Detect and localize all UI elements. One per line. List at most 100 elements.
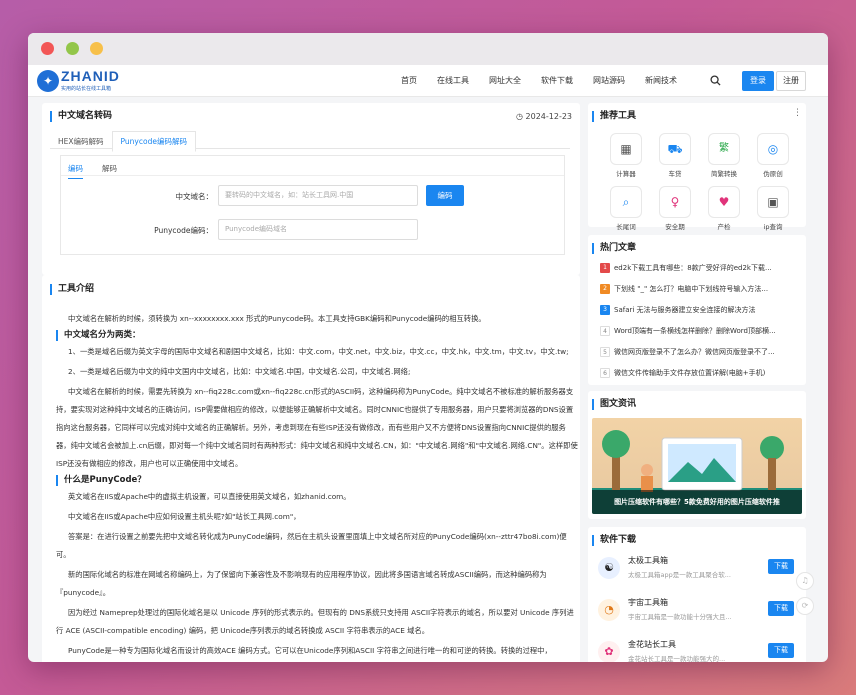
- list-item[interactable]: 5 微信网页版登录不了怎么办？微信网页版登录不了...: [600, 346, 800, 366]
- tool-safe-period[interactable]: ♀ 安全期: [657, 186, 693, 231]
- register-button[interactable]: 注册: [776, 71, 806, 91]
- software-desc: 太极工具箱app是一款工具聚合软...: [628, 571, 731, 579]
- checkup-icon: ♥: [708, 186, 740, 218]
- download-button[interactable]: 下载: [768, 643, 794, 658]
- news-image[interactable]: 图片压缩软件有哪些？5款免费好用的图片压缩软件推: [592, 418, 802, 514]
- bell-icon[interactable]: ♫: [796, 572, 814, 590]
- list-item[interactable]: ◔ 宇宙工具箱 宇宙工具箱是一款功能十分强大且... 下载: [598, 593, 796, 629]
- download-button[interactable]: 下载: [768, 559, 794, 574]
- tool-checkup[interactable]: ♥ 产检: [706, 186, 742, 231]
- title-bar: [28, 33, 828, 65]
- browser-window: ✦ ZHANID 实用的站长在线工具箱 首页 在线工具 网址大全 软件下载 网站…: [28, 33, 828, 662]
- keyword-icon: ⌕: [610, 186, 642, 218]
- top-nav: ✦ ZHANID 实用的站长在线工具箱 首页 在线工具 网址大全 软件下载 网站…: [28, 65, 828, 97]
- login-button[interactable]: 登录: [742, 71, 774, 91]
- tool-name: ip查询: [763, 223, 783, 231]
- taiji-icon: ☯: [598, 557, 620, 579]
- tool-ip-lookup[interactable]: ▣ ip查询: [755, 186, 791, 231]
- hot-articles-card: 热门文章 1 ed2k下载工具有哪些：8款广受好评的ed2k下载... 2 下划线 …: [588, 235, 806, 385]
- news-caption[interactable]: 图片压缩软件有哪些？5款免费好用的图片压缩软件推: [592, 490, 802, 514]
- punycode-output-input[interactable]: Punycode编码域名: [218, 219, 418, 240]
- tool-translate[interactable]: 繁简繁转换: [706, 133, 742, 178]
- menu-item-source[interactable]: 网站源码: [593, 65, 625, 97]
- list-item[interactable]: 2 下划线 "_" 怎么打？电脑中下划线符号输入方法...: [600, 283, 800, 303]
- download-button[interactable]: 下载: [768, 601, 794, 616]
- tool-rewrite[interactable]: ◎ 伪原创: [755, 133, 791, 178]
- article-link[interactable]: 下划线 "_" 怎么打？电脑中下划线符号输入方法...: [614, 285, 768, 293]
- article-link[interactable]: ed2k下载工具有哪些：8款广受好评的ed2k下载...: [614, 264, 772, 272]
- news-card: 图文资讯 图片压缩软件有哪些？5款免费好用的图片压缩软件推: [588, 391, 806, 519]
- mode-tabs: 编码 解码: [61, 156, 564, 179]
- software-name[interactable]: 宇宙工具箱: [628, 597, 668, 608]
- share-icon[interactable]: ⟳: [796, 597, 814, 615]
- rank-badge: 1: [600, 263, 610, 273]
- software-desc: 金花站长工具是一款功能强大的...: [628, 655, 726, 662]
- logo-icon: ✦: [37, 70, 59, 92]
- ip-icon: ▣: [757, 186, 789, 218]
- minimize-window-button[interactable]: [66, 42, 79, 55]
- rank-badge: 6: [600, 368, 610, 378]
- rank-badge: 5: [600, 347, 610, 357]
- tab-decode[interactable]: 解码: [102, 160, 117, 178]
- logo-text: ZHANID: [61, 68, 120, 84]
- tool-name: 产检: [717, 223, 731, 231]
- close-window-button[interactable]: [41, 42, 54, 55]
- list-item[interactable]: 4 Word顶端有一条横线怎样删除？删除Word顶部横...: [600, 325, 800, 345]
- tab-hex[interactable]: HEX编码解码: [50, 132, 112, 152]
- rank-badge: 4: [600, 326, 610, 336]
- tool-name: 车贷: [668, 170, 682, 178]
- translate-icon: 繁: [708, 133, 740, 165]
- recommend-card: 推荐工具 ⋮ ▦ 计算器 ⛟ 车贷 繁简繁转换 ◎ 伪原创 ⌕ 长尾词 ♀ 安全期 ♥ 产检…: [588, 103, 806, 231]
- article-link[interactable]: 微信网页版登录不了怎么办？微信网页版登录不了...: [614, 348, 775, 356]
- calculator-icon: ▦: [610, 133, 642, 165]
- list-item[interactable]: ☯ 太极工具箱 太极工具箱app是一款工具聚合软... 下载: [598, 551, 796, 587]
- tool-name: 安全期: [665, 223, 685, 231]
- tool-name: 长尾词: [616, 223, 636, 231]
- software-card: 软件下载 ☯ 太极工具箱 太极工具箱app是一款工具聚合软... 下载 ◔ 宇宙…: [588, 527, 806, 662]
- tool-name: 简繁转换: [711, 170, 737, 178]
- list-item[interactable]: 3 Safari 无法与服务器建立安全连接的解决方法: [600, 304, 800, 324]
- chinese-domain-input[interactable]: 要转码的中文域名，如：站长工具网.中国: [218, 185, 418, 206]
- universe-icon: ◔: [598, 599, 620, 621]
- more-options-icon[interactable]: ⋮: [793, 108, 802, 118]
- tool-calculator[interactable]: ▦ 计算器: [608, 133, 644, 178]
- software-name[interactable]: 金花站长工具: [628, 639, 676, 650]
- rewrite-icon: ◎: [757, 133, 789, 165]
- paragraph: PunyCode是一种专为国际化域名而设计的高效ACE 编码方式。它可以在Uni…: [68, 646, 552, 655]
- list-item[interactable]: 1 ed2k下载工具有哪些：8款广受好评的ed2k下载...: [600, 262, 800, 282]
- article-link[interactable]: 微信文件传输助手文件存放位置详解(电脑+手机): [614, 369, 765, 377]
- hot-title: 热门文章: [592, 243, 636, 254]
- menu-item-software[interactable]: 软件下载: [541, 65, 573, 97]
- paragraph: 中文域名在解析的时候，需要先转换为 xn--fiq228c.com或xn--fi…: [56, 387, 578, 468]
- article-link[interactable]: Word顶端有一条横线怎样删除？删除Word顶部横...: [614, 327, 776, 335]
- menu-item-sites[interactable]: 网址大全: [489, 65, 521, 97]
- menu-item-news[interactable]: 新闻技术: [645, 65, 677, 97]
- paragraph: 英文域名在IIS或Apache中的虚拟主机设置，可以直接使用英文域名，如zhan…: [68, 492, 351, 501]
- intro-card: 工具介绍 中文域名在解析的时候，须转换为 xn--xxxxxxxx.xxx 形式…: [42, 275, 580, 662]
- tool-panel: 编码 解码 中文域名： 要转码的中文域名，如：站长工具网.中国 编码 Punyco…: [60, 155, 565, 255]
- maximize-window-button[interactable]: [90, 42, 103, 55]
- article-link[interactable]: Safari 无法与服务器建立安全连接的解决方法: [614, 306, 756, 314]
- tab-encode[interactable]: 编码: [68, 160, 83, 179]
- site-logo[interactable]: ✦ ZHANID 实用的站长在线工具箱: [37, 68, 137, 94]
- tool-keyword[interactable]: ⌕ 长尾词: [608, 186, 644, 231]
- logo-subtitle: 实用的站长在线工具箱: [61, 86, 112, 92]
- section-heading: 中文域名分为两类：: [56, 330, 578, 341]
- search-icon[interactable]: [710, 75, 721, 86]
- clock-icon: ◷: [516, 112, 523, 121]
- software-name[interactable]: 太极工具箱: [628, 555, 668, 566]
- paragraph: 答案是：在进行设置之前要先把中文域名转化成为PunyCode编码，然后在主机头设…: [56, 532, 567, 559]
- main-menu: 首页 在线工具 网址大全 软件下载 网站源码 新闻技术: [401, 65, 697, 97]
- tool-tabs: HEX编码解码 Punycode编码解码: [50, 129, 570, 152]
- menu-item-home[interactable]: 首页: [401, 65, 417, 97]
- tool-card: 中文域名转码 ◷ 2024-12-23 HEX编码解码 Punycode编码解码 …: [42, 103, 580, 275]
- tool-car-loan[interactable]: ⛟ 车贷: [657, 133, 693, 178]
- list-item[interactable]: 6 微信文件传输助手文件存放位置详解(电脑+手机): [600, 367, 800, 387]
- list-item[interactable]: ✿ 金花站长工具 金花站长工具是一款功能强大的... 下载: [598, 635, 796, 662]
- menu-item-online-tools[interactable]: 在线工具: [437, 65, 469, 97]
- software-desc: 宇宙工具箱是一款功能十分强大且...: [628, 613, 732, 621]
- tab-punycode[interactable]: Punycode编码解码: [111, 131, 196, 152]
- encode-button[interactable]: 编码: [426, 185, 464, 206]
- paragraph: 1、一类是域名后缀为英文字母的国际中文域名和剧国中文域名，比如：中文.com，中…: [68, 347, 569, 356]
- tool-title: 中文域名转码: [50, 111, 112, 122]
